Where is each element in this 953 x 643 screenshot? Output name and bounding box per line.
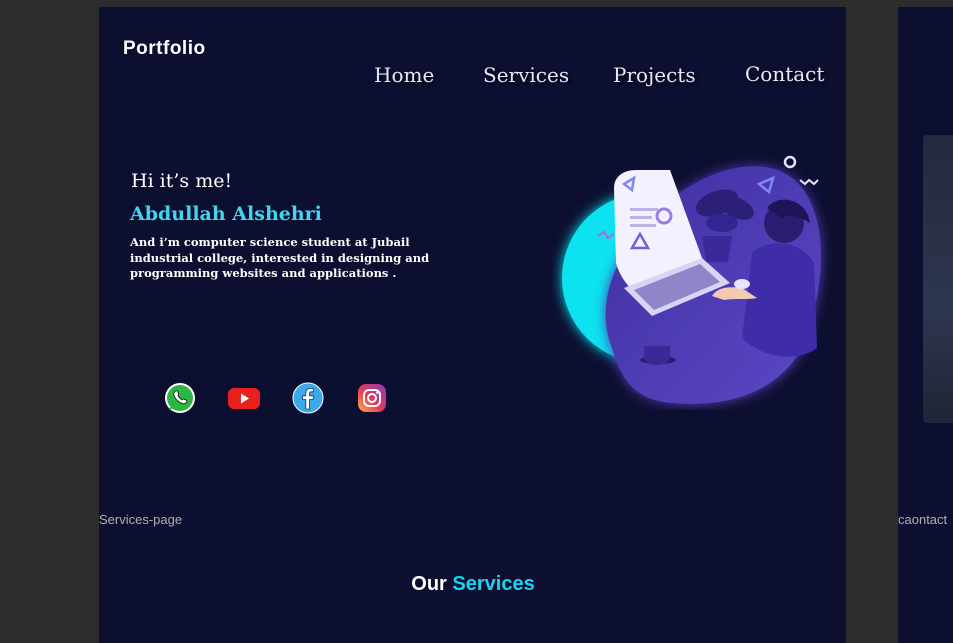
nav-contact[interactable]: Contact <box>745 62 824 86</box>
facebook-icon[interactable] <box>292 382 324 414</box>
hero-illustration <box>562 155 821 404</box>
nav-home[interactable]: Home <box>374 63 434 87</box>
hero-name: Abdullah Alshehri <box>130 203 322 225</box>
contact-preview-image <box>923 135 953 423</box>
services-heading-accent: Services <box>452 573 535 595</box>
services-heading: Our Services <box>0 573 946 596</box>
youtube-icon[interactable] <box>228 382 260 414</box>
hero-bio: And i’m computer science student at Juba… <box>130 235 430 280</box>
instagram-icon[interactable] <box>356 382 388 414</box>
nav-services[interactable]: Services <box>483 63 569 87</box>
logo[interactable]: Portfolio <box>123 38 206 60</box>
greeting: Hi it’s me! <box>131 170 233 192</box>
whatsapp-icon[interactable] <box>164 382 196 414</box>
services-heading-prefix: Our <box>411 573 447 595</box>
frame-label-services[interactable]: Services-page <box>99 512 182 527</box>
nav-projects[interactable]: Projects <box>613 63 696 87</box>
frame-label-contact[interactable]: caontact <box>898 512 947 527</box>
